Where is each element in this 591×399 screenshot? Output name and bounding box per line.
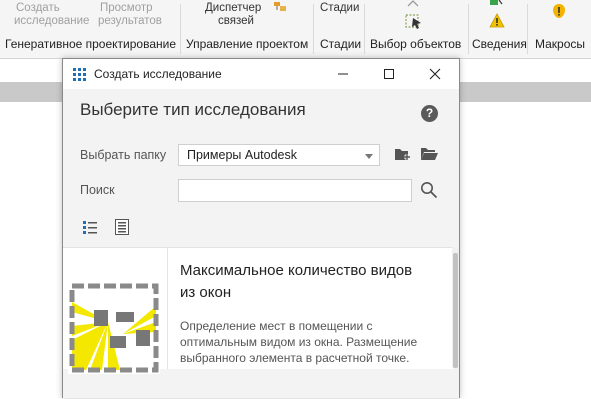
dialog-title: Создать исследование (94, 67, 222, 81)
macro-icon[interactable] (551, 3, 567, 19)
create-study-label-2[interactable]: исследование (14, 15, 89, 27)
create-study-dialog: Создать исследование Выберите тип исслед… (62, 58, 460, 398)
folder-select-value: Примеры Autodesk (187, 148, 297, 162)
detail-view-icon[interactable] (115, 219, 129, 235)
dialog-heading: Выберите тип исследования (80, 100, 306, 119)
group-phases: Стадии (320, 37, 362, 51)
list-view-icon[interactable] (83, 220, 97, 234)
search-icon[interactable] (420, 181, 438, 199)
group-info: Сведения (472, 37, 527, 51)
group-select-objects: Выбор объектов (370, 37, 462, 51)
app-grid-icon (73, 68, 86, 81)
info-top-icon[interactable] (489, 0, 503, 8)
scrollbar-thumb[interactable] (453, 253, 458, 368)
group-generative-design: Генеративное проектирование (5, 37, 177, 51)
view-results-label-2[interactable]: результатов (98, 15, 162, 27)
warning-icon[interactable] (489, 13, 505, 29)
phases-label[interactable]: Стадии (320, 2, 359, 14)
study-title: Максимальное количество видов из окон (180, 262, 413, 301)
search-label: Поиск (80, 183, 115, 197)
maximize-icon (384, 69, 394, 79)
dialog-body: Выберите тип исследования ? Выбрать папк… (63, 89, 459, 398)
create-study-label-1[interactable]: Создать (16, 2, 60, 14)
ribbon-separator (180, 4, 181, 54)
view-results-label-1[interactable]: Просмотр (100, 2, 153, 14)
study-thumbnail-image (68, 282, 160, 374)
maximize-button[interactable] (366, 59, 412, 89)
select-top-icon[interactable] (406, 0, 420, 8)
new-folder-icon[interactable] (394, 146, 412, 162)
links-manager-label-2[interactable]: связей (218, 15, 254, 27)
help-button[interactable]: ? (421, 105, 438, 122)
dialog-titlebar[interactable]: Создать исследование (63, 59, 459, 89)
study-thumbnail-column (63, 248, 168, 374)
folder-select[interactable]: Примеры Autodesk (178, 144, 380, 166)
minimize-icon (338, 73, 348, 75)
group-project-management: Управление проектом (186, 37, 309, 51)
close-icon (429, 68, 441, 80)
chevron-down-icon (365, 154, 373, 159)
minimize-button[interactable] (320, 59, 366, 89)
study-description: Определение мест в помещении с оптимальн… (180, 319, 418, 365)
close-button[interactable] (412, 59, 458, 89)
ribbon-separator (527, 4, 528, 54)
ribbon: Создать исследование Просмотр результато… (0, 0, 591, 59)
list-item[interactable]: Максимальное количество видов из окон Оп… (63, 248, 452, 399)
canvas-area (458, 102, 591, 397)
ribbon-separator (364, 4, 365, 54)
ribbon-separator (313, 4, 314, 54)
list-scrollbar[interactable] (452, 247, 459, 368)
ribbon-separator (468, 4, 469, 54)
study-list: Максимальное количество видов из окон Оп… (63, 247, 453, 374)
folder-label: Выбрать папку (80, 148, 167, 162)
group-macros: Макросы (535, 37, 586, 51)
links-icon[interactable] (273, 1, 287, 13)
links-manager-label-1[interactable]: Диспетчер (205, 2, 261, 14)
open-folder-icon[interactable] (420, 146, 439, 162)
select-objects-icon[interactable] (405, 12, 423, 30)
search-input[interactable] (178, 179, 412, 202)
